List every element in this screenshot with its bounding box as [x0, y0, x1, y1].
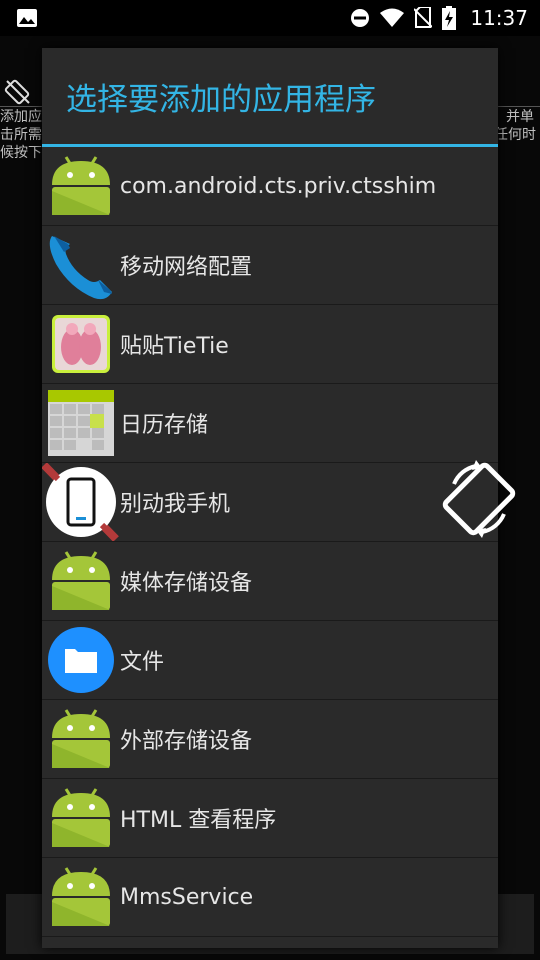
app-label: 日历存储: [120, 413, 209, 438]
app-list-item[interactable]: 日历存储: [42, 384, 498, 463]
android-icon: [42, 542, 120, 620]
battery-charging-icon: [442, 6, 457, 30]
app-label: 别动我手机: [120, 492, 231, 517]
status-time: 11:37: [470, 6, 528, 30]
app-label: 移动网络配置: [120, 255, 253, 280]
app-list-item[interactable]: 贴贴TieTie: [42, 305, 498, 384]
select-app-dialog: 选择要添加的应用程序 com.android.cts.priv.ctsshim …: [42, 48, 498, 948]
do-not-disturb-icon: [351, 9, 370, 27]
app-list-item[interactable]: 别动我手机: [42, 462, 498, 542]
calendar-storage-icon: [42, 384, 120, 462]
background-text-left: 添加应 击所需 候按下: [0, 109, 42, 161]
android-icon: [42, 147, 120, 225]
app-list-item[interactable]: com.android.cts.priv.ctsshim: [42, 147, 498, 226]
android-icon: [42, 700, 120, 778]
status-bar: 11:37: [0, 0, 540, 36]
rotate-lock-icon: [4, 79, 30, 105]
phone-icon: [42, 226, 120, 304]
app-list: com.android.cts.priv.ctsshim 移动网络配置 贴贴Ti…: [42, 147, 498, 937]
wifi-icon: [380, 8, 405, 27]
screen-rotate-icon[interactable]: [436, 456, 522, 542]
app-list-item[interactable]: 外部存储设备: [42, 700, 498, 779]
dialog-title: 选择要添加的应用程序: [66, 81, 376, 118]
app-list-item[interactable]: 移动网络配置: [42, 226, 498, 305]
app-label: 文件: [120, 650, 165, 675]
no-sim-icon: [414, 7, 433, 28]
folder-icon: [42, 621, 120, 699]
image-icon: [17, 9, 37, 27]
android-icon: [42, 779, 120, 857]
android-icon: [42, 858, 120, 936]
app-list-item[interactable]: MmsService: [42, 858, 498, 937]
app-label: 外部存储设备: [120, 729, 253, 754]
app-label: com.android.cts.priv.ctsshim: [120, 173, 437, 199]
app-list-item[interactable]: HTML 查看程序: [42, 779, 498, 858]
app-label: MmsService: [120, 884, 254, 910]
app-list-item[interactable]: 媒体存储设备: [42, 542, 498, 621]
app-label: 贴贴TieTie: [120, 334, 229, 359]
app-label: 媒体存储设备: [120, 571, 253, 596]
screen: 添加应 击所需 候按下 并单 任何时 11:37 选择要添加的应用程序 com.…: [0, 0, 540, 960]
background-text-right: 并单 任何时: [494, 109, 536, 143]
no-phone-icon: [42, 462, 120, 542]
tietie-app-icon: [42, 305, 120, 383]
app-label: HTML 查看程序: [120, 808, 277, 833]
app-list-item[interactable]: 文件: [42, 621, 498, 700]
